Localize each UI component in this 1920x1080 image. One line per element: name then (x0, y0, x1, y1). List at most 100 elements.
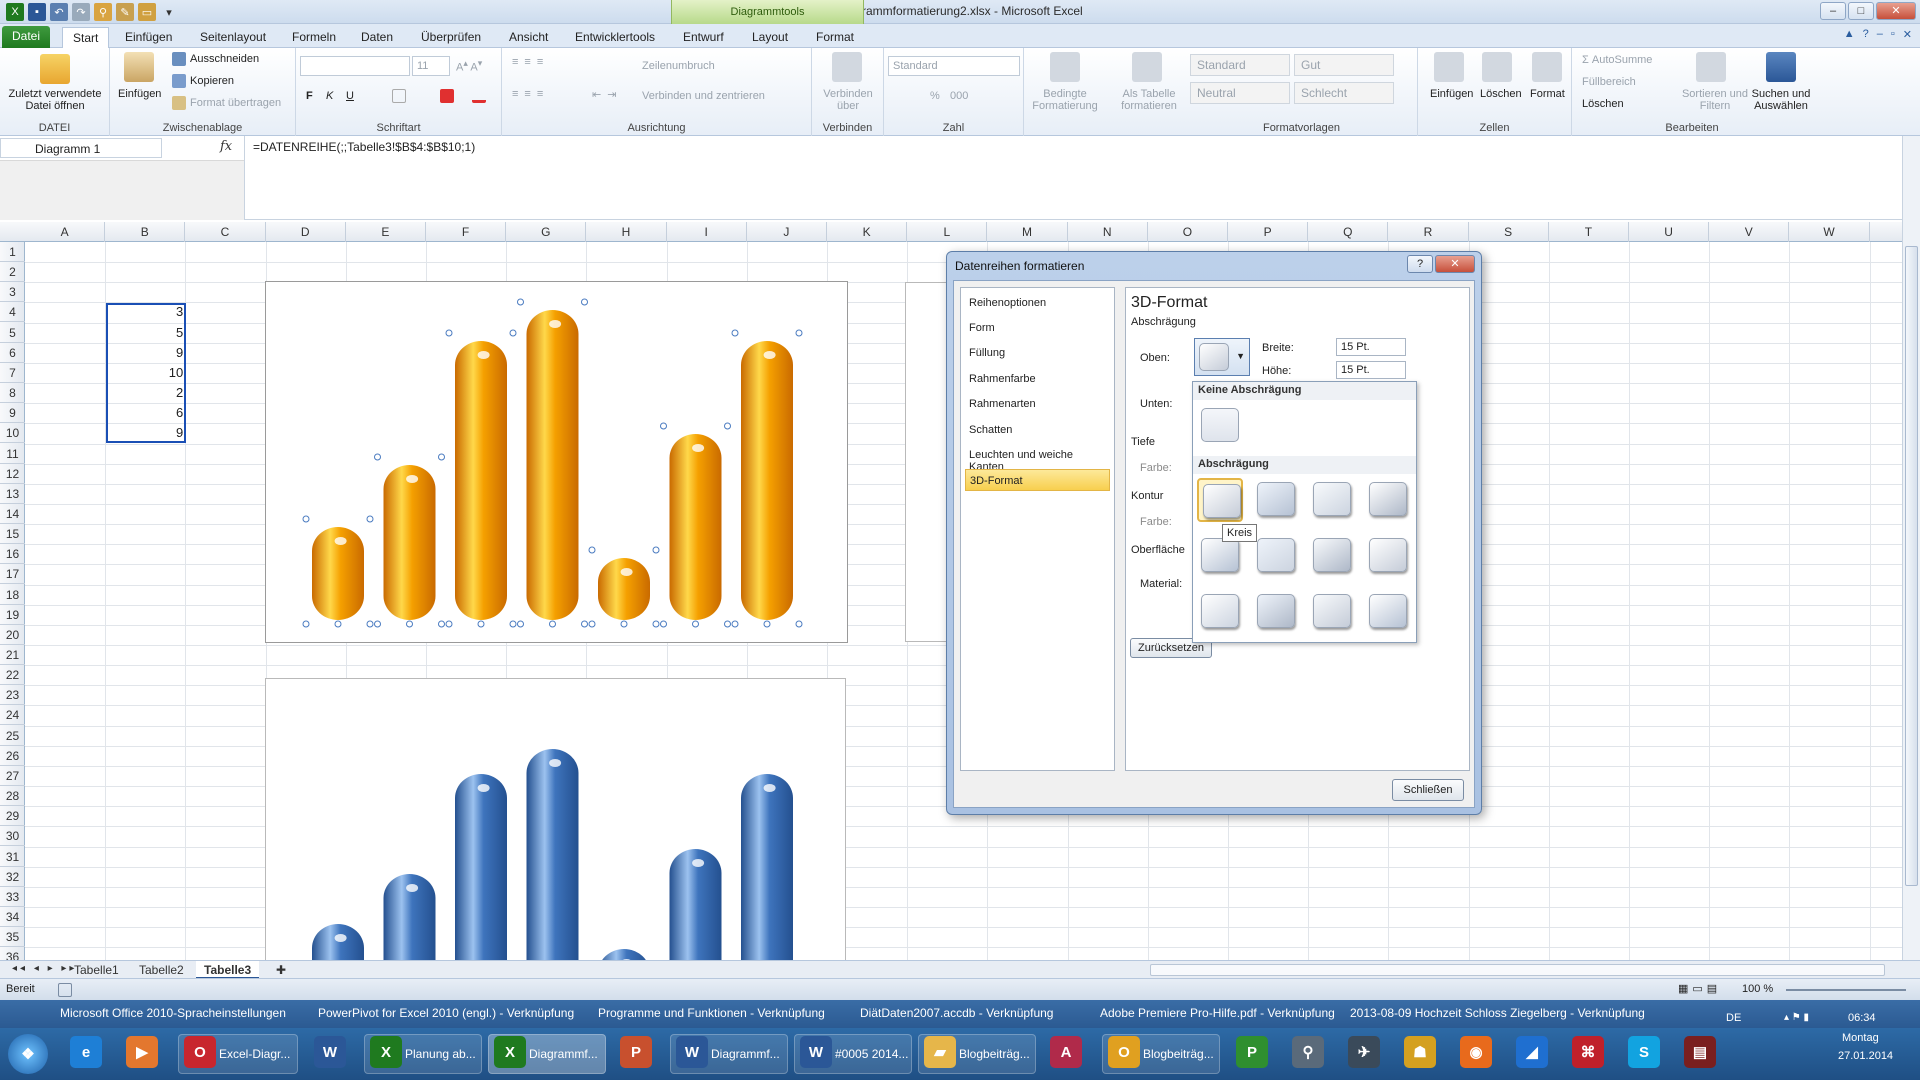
selection-handle[interactable] (366, 620, 374, 628)
selection-handle[interactable] (549, 620, 556, 628)
selection-handle[interactable] (660, 422, 667, 430)
paste-button[interactable]: Einfügen (118, 88, 161, 100)
insert-function-icon[interactable]: fx (220, 139, 232, 154)
column-header-t[interactable]: T (1549, 222, 1629, 242)
selection-handle[interactable] (795, 620, 803, 628)
chart-blue[interactable] (265, 678, 846, 960)
access-icon[interactable]: A (1050, 1036, 1082, 1068)
width-spinner[interactable]: 15 Pt. (1336, 338, 1406, 356)
cell-b4[interactable]: 3 (109, 302, 185, 322)
column-header-v[interactable]: V (1709, 222, 1790, 242)
selection-handle[interactable] (366, 515, 374, 523)
dialog-close-button[interactable]: Schließen (1392, 779, 1464, 801)
chart-orange[interactable] (265, 281, 848, 643)
style-neutral[interactable]: Neutral (1190, 82, 1290, 104)
cell-b7[interactable]: 10 (109, 363, 185, 383)
connect-icon[interactable] (832, 52, 862, 82)
bevel-none-option[interactable] (1197, 404, 1243, 448)
column-header-o[interactable]: O (1148, 222, 1228, 242)
row-header-36[interactable]: 36 (0, 947, 25, 960)
row-header-20[interactable]: 20 (0, 625, 25, 645)
row-header-22[interactable]: 22 (0, 665, 25, 686)
cell-b10[interactable]: 9 (109, 423, 185, 443)
selection-handle[interactable] (477, 620, 485, 628)
selection-handle[interactable] (438, 453, 445, 461)
format-cells-button[interactable]: Format (1530, 88, 1565, 100)
style-schlecht[interactable]: Schlecht (1294, 82, 1394, 104)
row-header-13[interactable]: 13 (0, 484, 25, 504)
tab-datei[interactable]: Datei (2, 26, 51, 48)
row-header-26[interactable]: 26 (0, 746, 25, 766)
column-header-p[interactable]: P (1228, 222, 1309, 242)
column-header-j[interactable]: J (747, 222, 827, 242)
selection-handle[interactable] (660, 620, 667, 628)
bevel-option[interactable] (1309, 534, 1355, 578)
quick-link[interactable]: PowerPivot for Excel 2010 (engl.) - Verk… (318, 1006, 574, 1020)
chart-bar[interactable] (741, 774, 793, 960)
tab-layout[interactable]: Layout (742, 27, 798, 48)
connect-button[interactable]: Verbinden über (818, 88, 878, 112)
minimize-button[interactable]: – (1820, 2, 1846, 20)
autosum-button[interactable]: Σ AutoSumme (1582, 54, 1652, 66)
ie-icon[interactable]: e (70, 1036, 102, 1068)
row-header-5[interactable]: 5 (0, 323, 25, 343)
bevel-option[interactable] (1197, 478, 1243, 522)
nav-form[interactable]: Form (965, 317, 1110, 339)
app-icon[interactable]: ✈ (1348, 1036, 1380, 1068)
chart-bar[interactable] (455, 774, 507, 960)
powerpoint-icon[interactable]: P (620, 1036, 652, 1068)
row-header-15[interactable]: 15 (0, 524, 25, 545)
chart-bar[interactable] (669, 434, 722, 620)
selection-handle[interactable] (302, 515, 310, 523)
cell-b5[interactable]: 5 (109, 323, 185, 343)
row-header-32[interactable]: 32 (0, 867, 25, 887)
app2-icon[interactable]: ◢ (1516, 1036, 1548, 1068)
nav-reihenoptionen[interactable]: Reihenoptionen (965, 292, 1110, 314)
cell-b9[interactable]: 6 (109, 403, 185, 423)
cell-b8[interactable]: 2 (109, 383, 185, 403)
selection-handle[interactable] (406, 620, 413, 628)
insert-cells-icon[interactable] (1434, 52, 1464, 82)
selection-handle[interactable] (302, 620, 310, 628)
grow-font-icon[interactable]: A▴ A▾ (456, 58, 482, 74)
row-header-33[interactable]: 33 (0, 887, 25, 907)
doc-restore-icon[interactable]: ▫ (1891, 28, 1895, 41)
selection-handle[interactable] (588, 546, 596, 554)
tab-entwurf[interactable]: Entwurf (673, 27, 734, 48)
view-buttons[interactable]: ▦▭▤ (1678, 982, 1721, 995)
tab-daten[interactable]: Daten (351, 27, 403, 48)
column-header-h[interactable]: H (586, 222, 667, 242)
column-header-b[interactable]: B (105, 222, 186, 242)
row-header-16[interactable]: 16 (0, 544, 25, 565)
paste-icon[interactable] (124, 52, 154, 82)
selection-handle[interactable] (731, 329, 739, 337)
formula-input[interactable]: =DATENREIHE(;;Tabelle3!$B$4:$B$10;1) (244, 136, 1902, 220)
format-cells-icon[interactable] (1532, 52, 1562, 82)
row-header-8[interactable]: 8 (0, 383, 25, 404)
row-header-31[interactable]: 31 (0, 847, 25, 867)
selection-handle[interactable] (620, 620, 628, 628)
column-header-k[interactable]: K (827, 222, 908, 242)
doc-close-icon[interactable]: ✕ (1903, 28, 1912, 41)
percent-button[interactable]: % (930, 90, 940, 102)
acrobat-icon[interactable]: ⌘ (1572, 1036, 1604, 1068)
tab-ansicht[interactable]: Ansicht (499, 27, 558, 48)
delete-cells-button[interactable]: Löschen (1480, 88, 1522, 100)
column-header-d[interactable]: D (266, 222, 346, 242)
row-header-18[interactable]: 18 (0, 585, 25, 605)
sort-filter-icon[interactable] (1696, 52, 1726, 82)
font-color-icon[interactable] (472, 89, 486, 103)
macro-record-icon[interactable] (58, 983, 72, 997)
column-header-u[interactable]: U (1629, 222, 1710, 242)
language-indicator[interactable]: DE (1726, 1012, 1741, 1024)
row-header-17[interactable]: 17 (0, 564, 25, 585)
vertical-scrollbar[interactable] (1902, 136, 1920, 960)
nav-fuellung[interactable]: Füllung (965, 342, 1110, 364)
quick-link[interactable]: Microsoft Office 2010-Spracheinstellunge… (60, 1006, 286, 1020)
column-header-w[interactable]: W (1789, 222, 1870, 242)
row-header-30[interactable]: 30 (0, 826, 25, 847)
name-box[interactable]: Diagramm 1 (0, 138, 162, 158)
start-button-icon[interactable]: ❖ (8, 1034, 48, 1074)
selection-handle[interactable] (374, 453, 381, 461)
selection-handle[interactable] (445, 329, 453, 337)
